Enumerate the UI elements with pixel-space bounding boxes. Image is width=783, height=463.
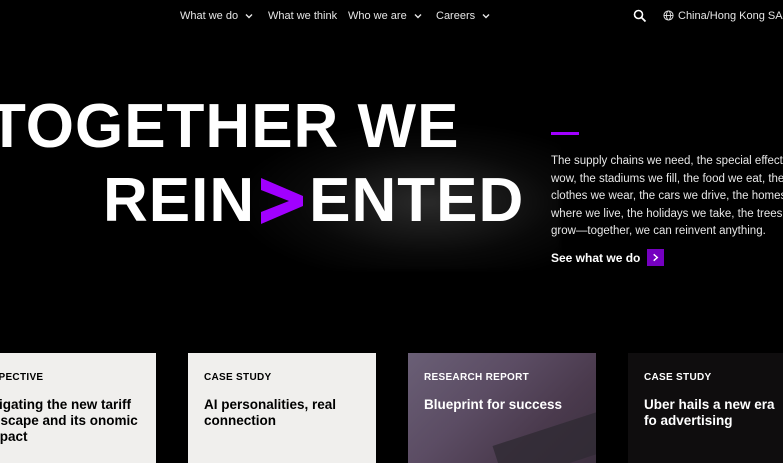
chevron-right-icon [647, 249, 665, 266]
region-selector[interactable]: China/Hong Kong SA [678, 10, 783, 22]
greater-than-logo-icon [261, 178, 304, 224]
cta-label: See what we do [551, 250, 641, 265]
nav-label: What we think [268, 10, 338, 22]
chevron-down-icon [414, 14, 422, 19]
card-title: Uber hails a new era fo advertising [644, 397, 775, 428]
globe-icon [663, 10, 674, 21]
hero-description: The supply chains we need, the special e… [551, 155, 783, 237]
card-title: avigating the new tariff ndscape and its… [0, 397, 138, 444]
accent-divider [551, 132, 579, 135]
content-card-research-report[interactable]: RESEARCH REPORT Blueprint for success [408, 353, 596, 463]
nav-item-careers[interactable]: Careers [436, 10, 491, 22]
see-what-we-do-link[interactable]: See what we do [551, 249, 665, 266]
content-card-case-study-uber[interactable]: CASE STUDY Uber hails a new era fo adver… [628, 353, 783, 463]
chevron-down-icon [482, 14, 490, 19]
card-title: AI personalities, real connection [204, 397, 337, 428]
content-card-case-study[interactable]: CASE STUDY AI personalities, real connec… [188, 353, 376, 463]
nav-label: Careers [436, 10, 476, 22]
headline-suffix: ENTED [309, 166, 525, 235]
card-label: RSPECTIVE [0, 372, 44, 383]
nav-item-what-we-do[interactable]: What we do [180, 10, 254, 22]
search-icon[interactable] [633, 9, 647, 23]
card-label: RESEARCH REPORT [424, 372, 530, 383]
content-card-perspective[interactable]: RSPECTIVE avigating the new tariff ndsca… [0, 353, 156, 463]
nav-item-what-we-think[interactable]: What we think [268, 10, 337, 22]
card-title: Blueprint for success [424, 397, 563, 412]
hero-headline-line2: REIN ENTED [103, 170, 524, 232]
hero-headline-line1: TOGETHER WE [0, 92, 460, 161]
nav-label: Who we are [348, 10, 407, 22]
nav-label: What we do [180, 10, 239, 22]
nav-item-who-we-are[interactable]: Who we are [348, 10, 423, 22]
card-label: CASE STUDY [204, 372, 272, 383]
card-label: CASE STUDY [644, 372, 712, 383]
chevron-down-icon [245, 14, 253, 19]
card-background-image [492, 411, 596, 463]
top-nav: What we do What we think Who we are Care… [0, 0, 783, 34]
headline-prefix: REIN [103, 166, 256, 235]
